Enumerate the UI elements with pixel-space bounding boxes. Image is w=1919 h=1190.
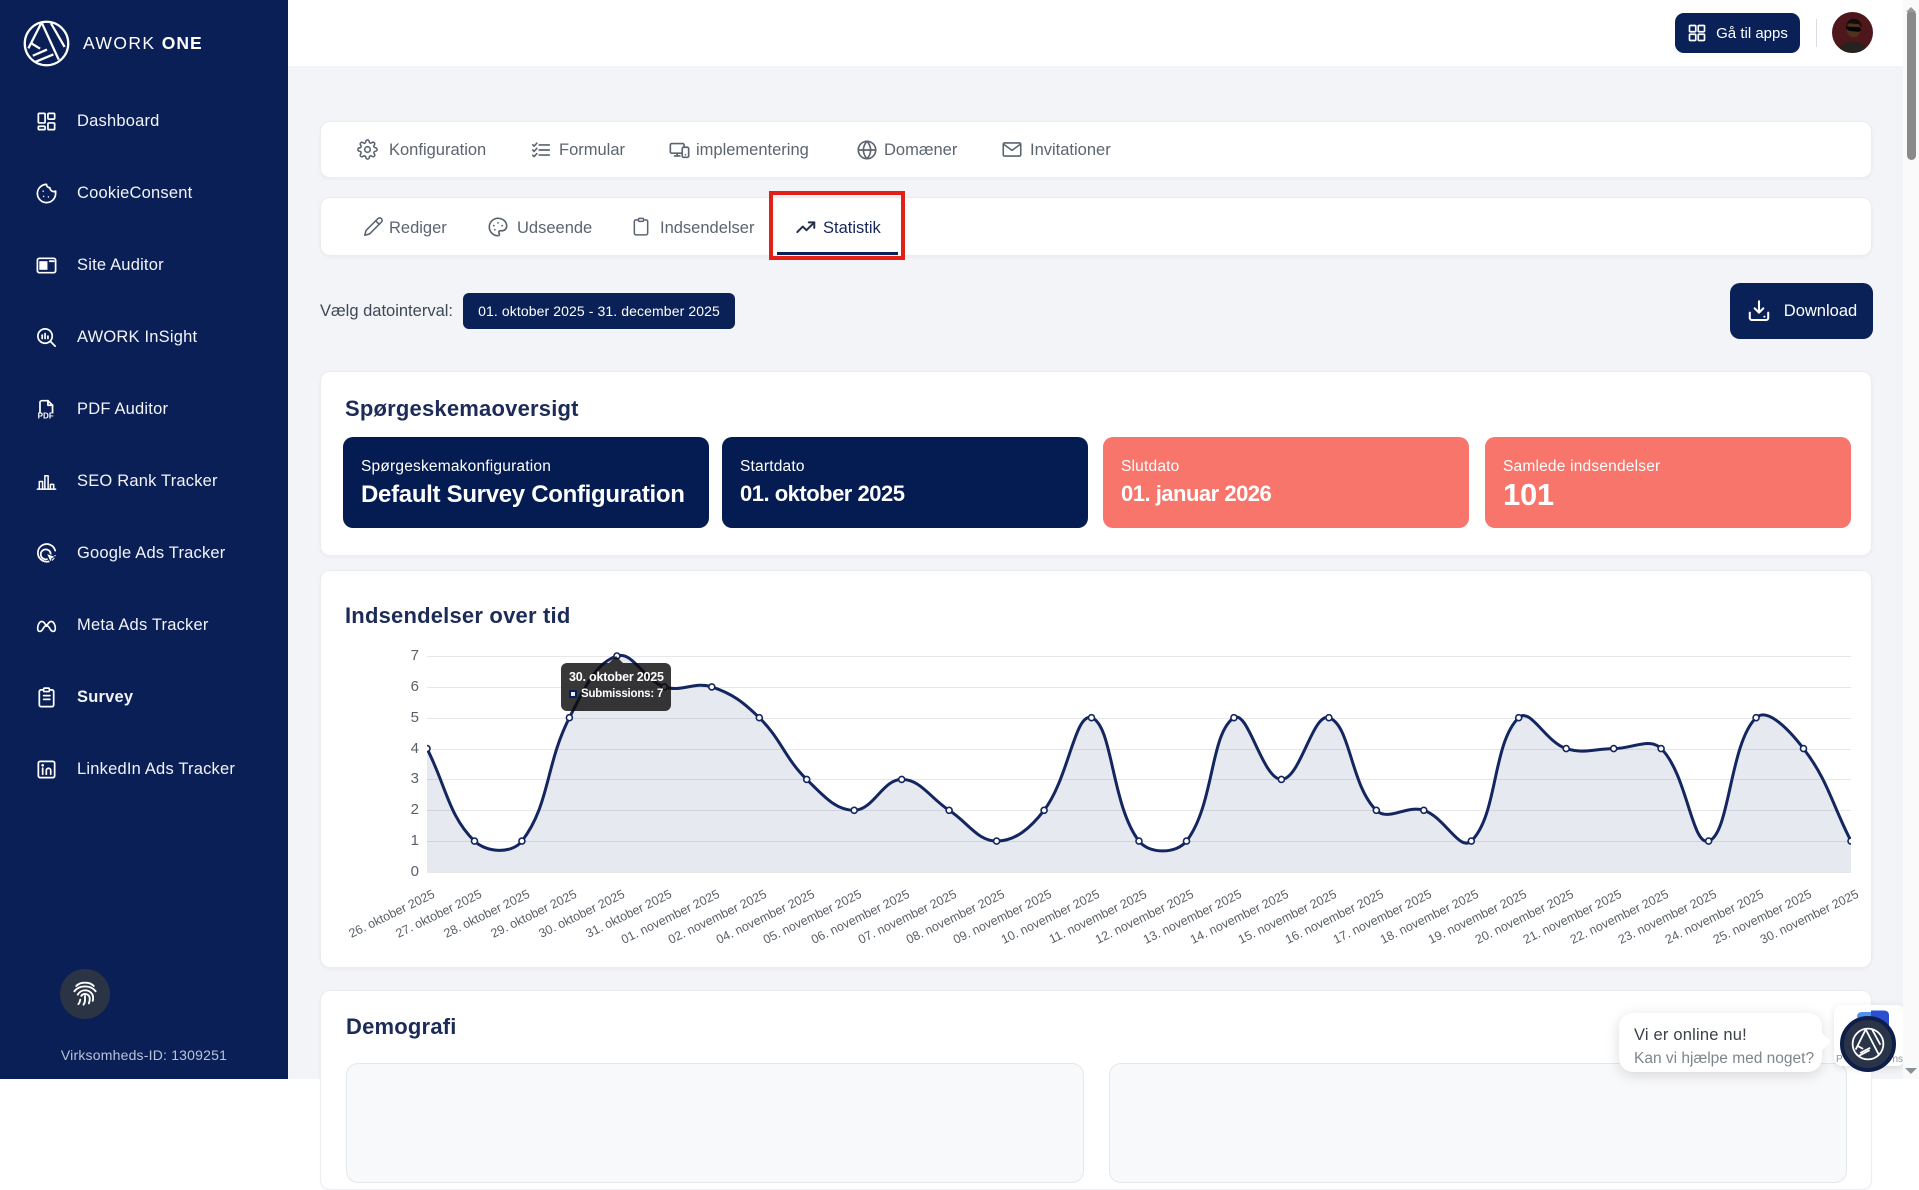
svg-text:PDF: PDF [38,411,54,420]
